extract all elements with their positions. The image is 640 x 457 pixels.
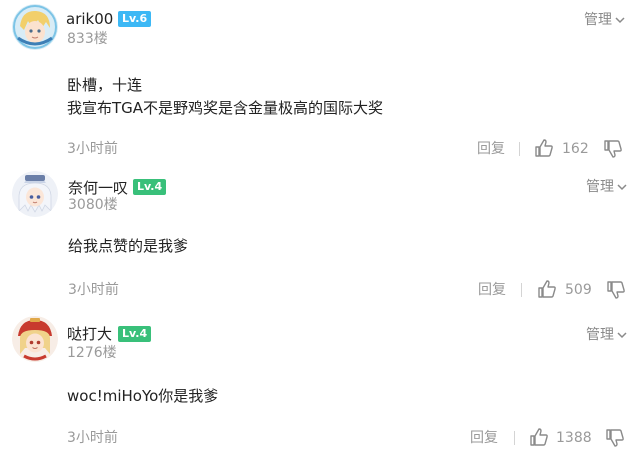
comment-text-line: 给我点赞的是我爹	[68, 237, 189, 255]
manage-button[interactable]: 管理	[586, 178, 628, 196]
divider	[514, 431, 515, 445]
manage-button[interactable]: 管理	[586, 326, 628, 344]
divider	[519, 142, 520, 156]
manage-button[interactable]: 管理	[584, 11, 626, 29]
reply-button[interactable]: 回复	[470, 429, 498, 447]
divider	[521, 283, 522, 297]
floor-number: 833楼	[67, 31, 108, 47]
manage-label: 管理	[584, 12, 612, 28]
thumbs-up-icon[interactable]	[529, 427, 549, 447]
level-badge: Lv.6	[118, 11, 152, 27]
thumbs-down-icon[interactable]	[605, 428, 625, 448]
timestamp: 3小时前	[67, 430, 118, 446]
floor-number: 3080楼	[68, 197, 118, 213]
chevron-down-icon	[617, 184, 627, 191]
user-avatar[interactable]	[12, 316, 58, 362]
comment-text-line: 卧槽，十连	[67, 76, 143, 94]
comment-item: arik00 Lv.6 833楼 管理 卧槽，十连 我宣布TGA不是野鸡奖是含金…	[0, 0, 640, 165]
level-badge: Lv.4	[118, 326, 152, 342]
thumbs-down-icon[interactable]	[606, 280, 626, 300]
manage-label: 管理	[586, 327, 614, 343]
chevron-down-icon	[617, 332, 627, 339]
comment-item: 奈何一叹 Lv.4 3080楼 管理 给我点赞的是我爹 3小时前 回复 509	[0, 165, 640, 310]
thumbs-down-icon[interactable]	[603, 139, 623, 159]
username[interactable]: 哒打大	[67, 325, 112, 343]
blonde-character-avatar-icon	[12, 4, 58, 50]
like-count: 509	[565, 282, 592, 298]
timestamp: 3小时前	[68, 282, 119, 298]
reply-button[interactable]: 回复	[478, 281, 506, 299]
comment-text-line: 我宣布TGA不是野鸡奖是含金量极高的国际大奖	[67, 99, 384, 117]
user-avatar[interactable]	[12, 4, 58, 50]
username[interactable]: arik00	[66, 10, 113, 28]
manage-label: 管理	[586, 179, 614, 195]
like-count: 1388	[556, 430, 592, 446]
comment-item: 哒打大 Lv.4 1276楼 管理 woc!miHoYo你是我爹 3小时前 回复…	[0, 310, 640, 457]
comment-text-line: woc!miHoYo你是我爹	[67, 387, 219, 405]
level-badge: Lv.4	[133, 179, 167, 195]
floor-number: 1276楼	[67, 345, 117, 361]
username[interactable]: 奈何一叹	[68, 179, 128, 197]
thumbs-up-icon[interactable]	[537, 279, 557, 299]
user-avatar[interactable]	[12, 171, 58, 217]
red-hat-character-avatar-icon	[12, 316, 58, 362]
like-count: 162	[562, 141, 589, 157]
timestamp: 3小时前	[67, 141, 118, 157]
thumbs-up-icon[interactable]	[534, 138, 554, 158]
reply-button[interactable]: 回复	[477, 140, 505, 158]
chevron-down-icon	[615, 17, 625, 24]
white-hair-character-avatar-icon	[12, 171, 58, 217]
